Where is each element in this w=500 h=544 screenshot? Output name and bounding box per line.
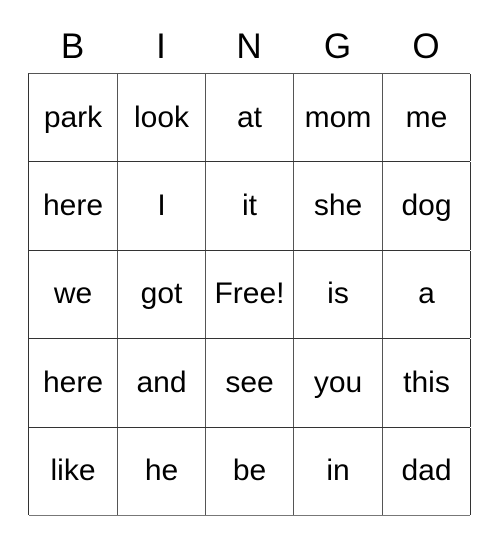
bingo-cell[interactable]: here [29, 339, 118, 427]
bingo-grid: park look at mom me here I it she dog we… [28, 73, 471, 516]
bingo-cell[interactable]: dog [383, 162, 471, 250]
table-row: here and see you this [29, 339, 471, 428]
bingo-cell[interactable]: me [383, 74, 471, 162]
table-row: like he be in dad [29, 427, 471, 516]
bingo-cell[interactable]: mom [294, 74, 383, 162]
bingo-cell[interactable]: look [118, 74, 206, 162]
bingo-header-letter-n: N [236, 26, 262, 66]
bingo-card: B I N G O park look at mom me here I it … [0, 0, 500, 544]
bingo-cell[interactable]: this [383, 339, 471, 427]
bingo-cell[interactable]: park [29, 74, 118, 162]
bingo-cell[interactable]: got [118, 250, 206, 339]
bingo-header-letter-i: I [156, 26, 166, 66]
bingo-cell[interactable]: see [206, 339, 294, 427]
table-row: we got Free! is a [29, 250, 471, 340]
bingo-cell[interactable]: a [383, 250, 471, 339]
bingo-header-letter-o: O [412, 26, 440, 66]
bingo-cell[interactable]: and [118, 339, 206, 427]
bingo-header-letter-b: B [60, 26, 85, 66]
bingo-cell[interactable]: you [294, 339, 383, 427]
bingo-cell[interactable]: like [29, 427, 118, 515]
table-row: park look at mom me [29, 74, 471, 163]
bingo-cell[interactable]: be [206, 427, 294, 515]
bingo-cell[interactable]: is [294, 250, 383, 339]
table-row: here I it she dog [29, 162, 471, 251]
bingo-cell[interactable]: she [294, 162, 383, 250]
bingo-header-letter-g: G [323, 26, 352, 66]
bingo-cell[interactable]: in [294, 427, 383, 515]
bingo-cell[interactable]: we [29, 250, 118, 339]
bingo-cell[interactable]: I [118, 162, 206, 250]
bingo-cell[interactable]: at [206, 74, 294, 162]
bingo-cell[interactable]: it [206, 162, 294, 250]
bingo-cell[interactable]: here [29, 162, 118, 250]
bingo-free-cell[interactable]: Free! [206, 250, 294, 339]
bingo-cell[interactable]: dad [383, 427, 471, 515]
bingo-header-row: B I N G O [28, 22, 470, 70]
bingo-cell[interactable]: he [118, 427, 206, 515]
